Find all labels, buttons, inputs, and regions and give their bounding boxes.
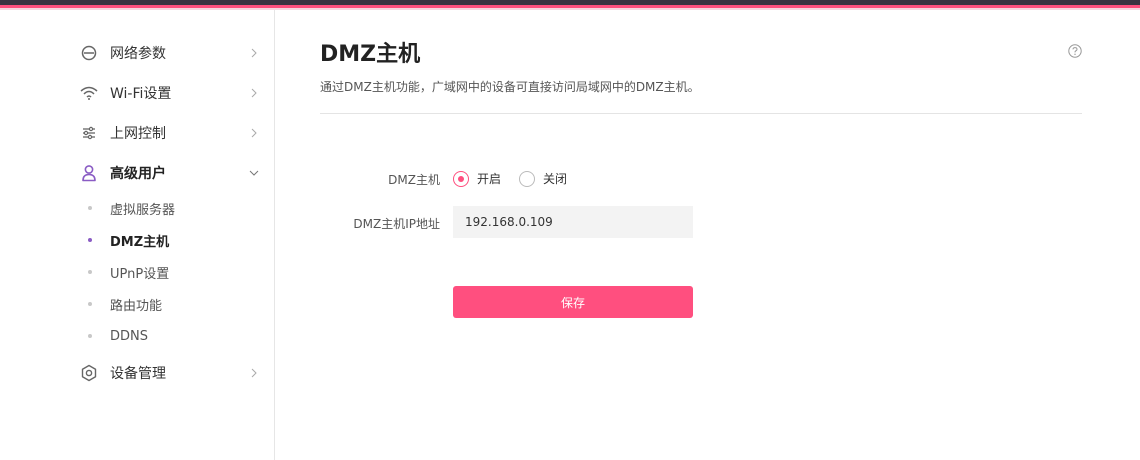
sidebar-subitem-label: DMZ主机 (110, 234, 170, 250)
chevron-right-icon (251, 48, 257, 58)
wifi-icon (80, 84, 98, 102)
sidebar-item-label: 设备管理 (110, 366, 166, 382)
sidebar-subitem-upnp[interactable]: UPnP设置 (88, 262, 169, 282)
sidebar-item-label: Wi-Fi设置 (110, 86, 172, 102)
sidebar-item-label: 上网控制 (110, 126, 166, 142)
bullet-dot (88, 206, 92, 210)
sidebar: 网络参数 Wi-Fi设置 上网控制 高级用户 虚拟服务器 DMZ主机 UPnP设… (0, 10, 275, 460)
bullet-dot (88, 334, 92, 338)
sidebar-item-network[interactable]: 网络参数 (80, 41, 260, 65)
sidebar-item-advanced[interactable]: 高级用户 (80, 161, 260, 185)
bullet-dot (88, 238, 92, 242)
sliders-icon (80, 124, 98, 142)
sidebar-item-device-management[interactable]: 设备管理 (80, 361, 260, 385)
radio-circle (453, 170, 469, 187)
sidebar-subitem-virtual-server[interactable]: 虚拟服务器 (88, 198, 175, 218)
sidebar-subitem-dmz[interactable]: DMZ主机 (88, 230, 169, 250)
dmz-ip-input[interactable] (453, 206, 693, 238)
radio-label: 关闭 (543, 172, 568, 186)
dmz-label: DMZ主机 (388, 173, 440, 187)
dmz-ip-label: DMZ主机IP地址 (353, 217, 440, 231)
save-button[interactable]: 保存 (453, 286, 693, 318)
chevron-right-icon (251, 128, 257, 138)
dmz-on-radio[interactable]: 开启 (453, 170, 501, 187)
sidebar-subitem-routing[interactable]: 路由功能 (88, 294, 162, 314)
radio-label: 开启 (477, 172, 502, 186)
sidebar-subitem-ddns[interactable]: DDNS (88, 326, 148, 346)
top-accent-bar (0, 0, 1140, 10)
main-content: DMZ主机 通过DMZ主机功能，广域网中的设备可直接访问局域网中的DMZ主机。 … (320, 10, 1082, 460)
user-icon (80, 164, 98, 182)
chevron-right-icon (251, 88, 257, 98)
gear-icon (80, 364, 98, 382)
sidebar-item-access-control[interactable]: 上网控制 (80, 121, 260, 145)
bullet-dot (88, 302, 92, 306)
sidebar-item-label: 高级用户 (110, 166, 166, 182)
radio-circle (519, 170, 535, 187)
sidebar-item-wifi[interactable]: Wi-Fi设置 (80, 81, 260, 105)
bullet-dot (88, 270, 92, 274)
dmz-off-radio[interactable]: 关闭 (519, 170, 567, 187)
sidebar-subitem-label: 路由功能 (110, 298, 163, 314)
sidebar-subitem-label: DDNS (110, 328, 148, 344)
chevron-right-icon (251, 368, 257, 378)
page-title: DMZ主机 (320, 42, 421, 67)
page-description: 通过DMZ主机功能，广域网中的设备可直接访问局域网中的DMZ主机。 (320, 80, 700, 94)
divider (320, 113, 1082, 114)
question-circle-icon[interactable] (1068, 44, 1082, 58)
sidebar-subitem-label: 虚拟服务器 (110, 202, 176, 218)
internet-e-icon (80, 44, 98, 62)
sidebar-subitem-label: UPnP设置 (110, 266, 170, 282)
chevron-down-icon (249, 170, 259, 176)
sidebar-item-label: 网络参数 (110, 46, 166, 62)
